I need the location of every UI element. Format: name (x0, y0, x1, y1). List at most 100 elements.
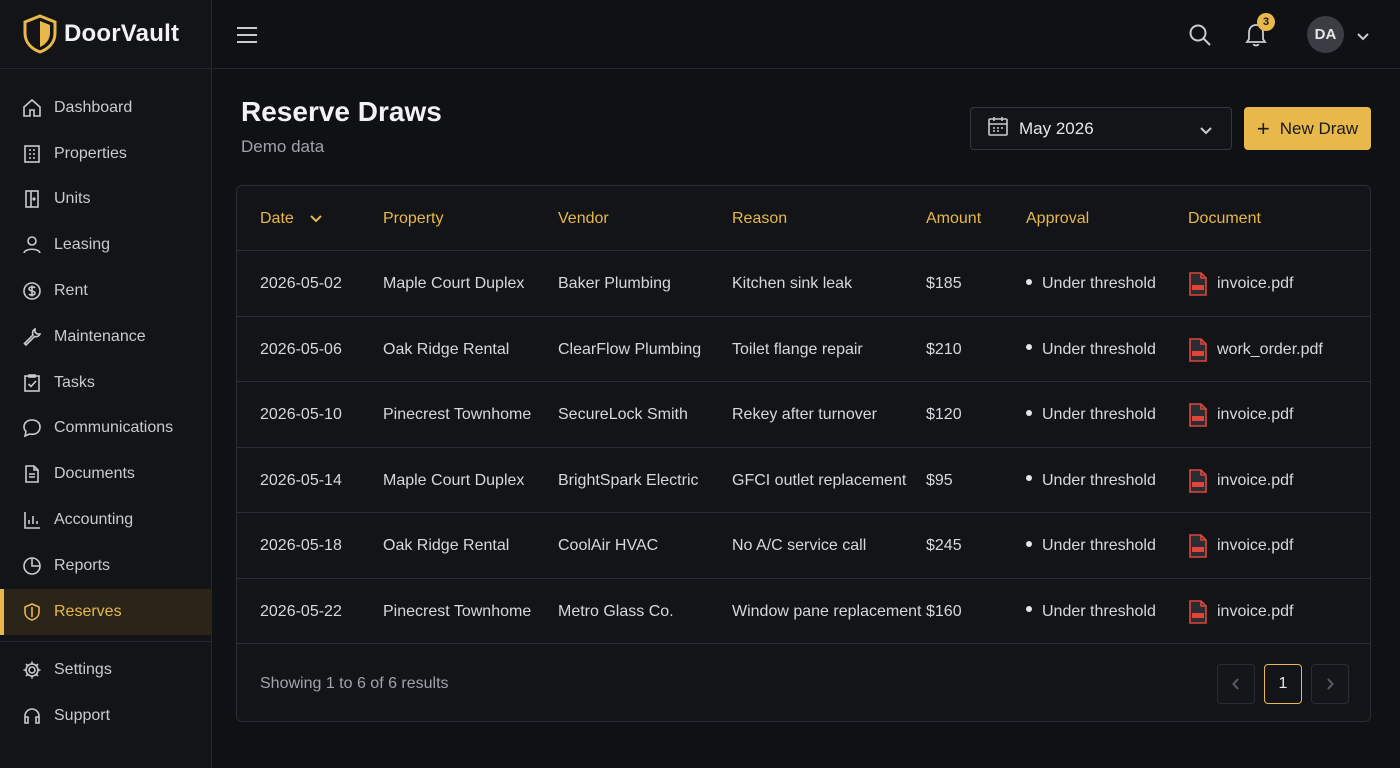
cell-property: Oak Ridge Rental (383, 340, 510, 358)
chevron-right-icon (1327, 678, 1334, 690)
cell-vendor: CoolAir HVAC (558, 537, 659, 554)
sidebar-nav: Dashboard Properties Units Leasing Rent … (0, 69, 211, 739)
cell-amount: $245 (926, 537, 962, 554)
shield-logo-icon (23, 14, 57, 54)
column-header-document[interactable]: Document (1188, 210, 1261, 228)
bar-chart-icon (22, 510, 42, 530)
sidebar-item-label: Units (54, 190, 91, 208)
sidebar-item-tasks[interactable]: Tasks (0, 360, 211, 406)
previous-page-button[interactable] (1217, 664, 1255, 704)
cell-amount: $210 (926, 340, 962, 358)
cell-reason: Window pane replacement (732, 602, 922, 620)
column-header-property[interactable]: Property (383, 210, 443, 228)
column-header-reason[interactable]: Reason (732, 210, 787, 228)
pdf-file-icon (1189, 337, 1207, 362)
column-header-date[interactable]: Date (260, 210, 322, 228)
sidebar-item-label: Properties (54, 144, 127, 162)
sidebar-item-settings[interactable]: Settings (0, 648, 211, 694)
sidebar-item-dashboard[interactable]: Dashboard (0, 85, 211, 131)
sidebar-item-communications[interactable]: Communications (0, 406, 211, 452)
pdf-file-icon (1189, 468, 1207, 493)
document-link[interactable]: invoice.pdf (1188, 534, 1294, 558)
sidebar-item-leasing[interactable]: Leasing (0, 222, 211, 268)
cell-date: 2026-05-02 (260, 275, 342, 292)
sidebar-item-rent[interactable]: Rent (0, 268, 211, 314)
table-header: Date Property Vendor Reason Amount Appro… (237, 186, 1370, 251)
sidebar-item-documents[interactable]: Documents (0, 451, 211, 497)
table-row[interactable]: 2026-05-06 Oak Ridge Rental ClearFlow Plum… (237, 317, 1370, 382)
pdf-file-icon (1189, 272, 1207, 296)
sidebar-item-units[interactable]: Units (0, 177, 211, 223)
sidebar-item-label: Accounting (54, 511, 134, 529)
table-row[interactable]: 2026-05-02 Maple Court Duplex Baker Plumbi… (237, 251, 1370, 317)
pie-chart-icon (22, 556, 42, 576)
document-link[interactable]: invoice.pdf (1188, 272, 1294, 296)
next-page-button[interactable] (1311, 664, 1349, 704)
dollar-icon (22, 281, 42, 301)
page-subtitle: Demo data (241, 137, 325, 156)
cell-approval-status: Under threshold (1026, 341, 1156, 359)
chevron-down-icon[interactable] (1356, 29, 1370, 41)
home-icon (22, 98, 42, 118)
sidebar-item-reserves[interactable]: Reserves (0, 588, 211, 635)
sidebar-item-accounting[interactable]: Accounting (0, 497, 211, 543)
document-link[interactable]: invoice.pdf (1188, 468, 1294, 493)
cell-date: 2026-05-22 (260, 602, 342, 620)
sidebar-item-label: Leasing (54, 236, 111, 254)
cell-reason: Kitchen sink leak (732, 275, 853, 292)
cell-reason: Rekey after turnover (732, 406, 877, 423)
notification-badge: 3 (1257, 13, 1275, 31)
table-row[interactable]: 2026-05-10 Pinecrest Townhome SecureLock S… (237, 382, 1370, 448)
sidebar-item-label: Reports (54, 556, 111, 574)
document-link[interactable]: invoice.pdf (1188, 403, 1294, 427)
sidebar-item-maintenance[interactable]: Maintenance (0, 314, 211, 360)
sidebar-item-properties[interactable]: Properties (0, 131, 211, 177)
pdf-file-icon (1189, 599, 1207, 624)
table-row[interactable]: 2026-05-14 Maple Court Duplex BrightSpark … (237, 448, 1370, 513)
column-header-amount[interactable]: Amount (926, 210, 981, 228)
sidebar-item-label: Support (54, 707, 111, 725)
clipboard-check-icon (22, 373, 42, 393)
brand[interactable]: DoorVault (0, 0, 211, 69)
sidebar-item-reports[interactable]: Reports (0, 543, 211, 589)
headset-icon (22, 706, 42, 726)
cell-property: Oak Ridge Rental (383, 537, 510, 554)
cell-property: Maple Court Duplex (383, 471, 525, 489)
gear-icon (22, 660, 42, 680)
cell-date: 2026-05-06 (260, 340, 342, 358)
pdf-file-icon (1189, 534, 1207, 558)
document-link[interactable]: invoice.pdf (1188, 599, 1294, 624)
hamburger-menu-icon[interactable] (235, 24, 259, 46)
cell-vendor: SecureLock Smith (558, 406, 688, 423)
reserve-draws-table: Date Property Vendor Reason Amount Appro… (236, 185, 1371, 722)
sidebar-divider (0, 640, 211, 642)
sidebar-item-label: Rent (54, 282, 88, 300)
table-row[interactable]: 2026-05-18 Oak Ridge Rental CoolAir HVAC No… (237, 513, 1370, 579)
sort-descending-icon[interactable] (298, 210, 322, 227)
month-filter-select[interactable]: May 2026 (970, 107, 1232, 150)
table-footer: Showing 1 to 6 of 6 results 1 (237, 647, 1370, 722)
cell-approval-status: Under threshold (1026, 472, 1156, 490)
cell-property: Pinecrest Townhome (383, 602, 532, 620)
plus-icon: + (1256, 115, 1270, 141)
cell-property: Pinecrest Townhome (383, 406, 532, 423)
page-1-button[interactable]: 1 (1264, 664, 1302, 704)
search-icon[interactable] (1188, 23, 1212, 47)
column-header-vendor[interactable]: Vendor (558, 210, 609, 228)
sidebar-item-label: Dashboard (54, 98, 133, 116)
sidebar: DoorVault Dashboard Properties Units Lea… (0, 0, 212, 768)
sidebar-item-support[interactable]: Support (0, 693, 211, 739)
topbar: 3 DA (213, 0, 1400, 69)
document-link[interactable]: work_order.pdf (1188, 337, 1323, 362)
cell-approval-status: Under threshold (1026, 537, 1156, 555)
cell-amount: $160 (926, 602, 962, 620)
cell-date: 2026-05-14 (260, 471, 342, 489)
column-header-approval[interactable]: Approval (1026, 210, 1089, 228)
new-draw-label: New Draw (1279, 118, 1359, 138)
new-draw-button[interactable]: + New Draw (1244, 107, 1371, 150)
cell-vendor: Baker Plumbing (558, 275, 671, 292)
pdf-file-icon (1189, 403, 1207, 427)
month-filter-value: May 2026 (1019, 118, 1094, 138)
table-row[interactable]: 2026-05-22 Pinecrest Townhome Metro Glass … (237, 579, 1370, 644)
avatar[interactable]: DA (1307, 16, 1344, 53)
